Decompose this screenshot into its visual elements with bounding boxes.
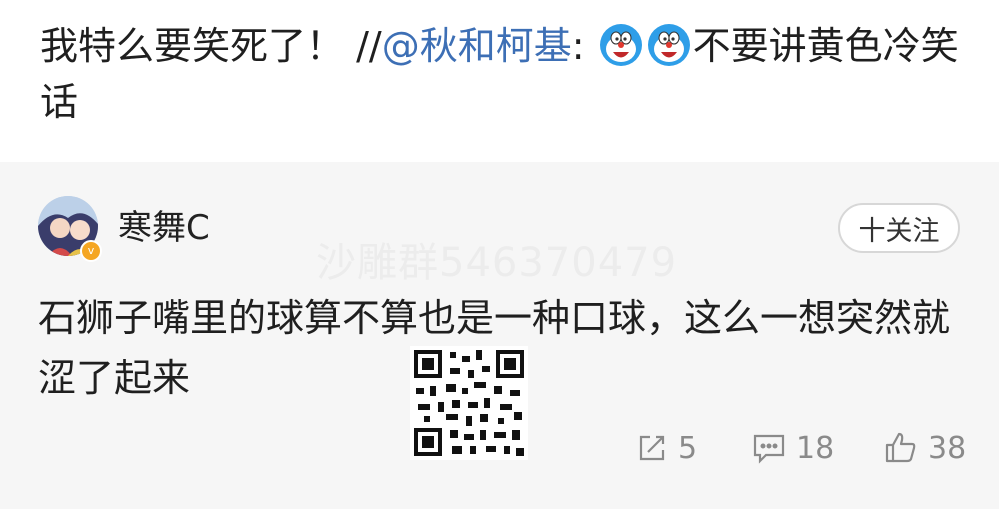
doraemon-icon — [599, 23, 643, 67]
watermark: 沙雕群546370479 — [316, 240, 678, 286]
share-count: 5 — [678, 430, 698, 466]
mention-link[interactable]: @秋和柯基 — [382, 24, 572, 68]
comment-action[interactable]: 18 — [752, 428, 834, 468]
colon: : — [571, 24, 585, 68]
repost-text: 我特么要笑死了！ //@秋和柯基: 不要讲黄色冷笑话 — [40, 18, 960, 130]
comment-username[interactable]: 寒舞C — [118, 206, 210, 250]
doraemon-icon — [647, 23, 691, 67]
qr-code-icon — [410, 346, 528, 460]
like-action[interactable]: 38 — [884, 428, 966, 468]
like-count: 38 — [928, 430, 967, 466]
repost-prefix: 我特么要笑死了！ // — [40, 24, 382, 68]
follow-button[interactable]: 十关注 — [838, 203, 960, 253]
share-action[interactable]: 5 — [636, 428, 697, 468]
comment-count: 18 — [796, 430, 835, 466]
share-icon — [636, 432, 668, 464]
thumbs-up-icon — [884, 431, 918, 465]
verified-badge-icon: v — [80, 240, 102, 262]
comment-icon — [752, 432, 786, 464]
